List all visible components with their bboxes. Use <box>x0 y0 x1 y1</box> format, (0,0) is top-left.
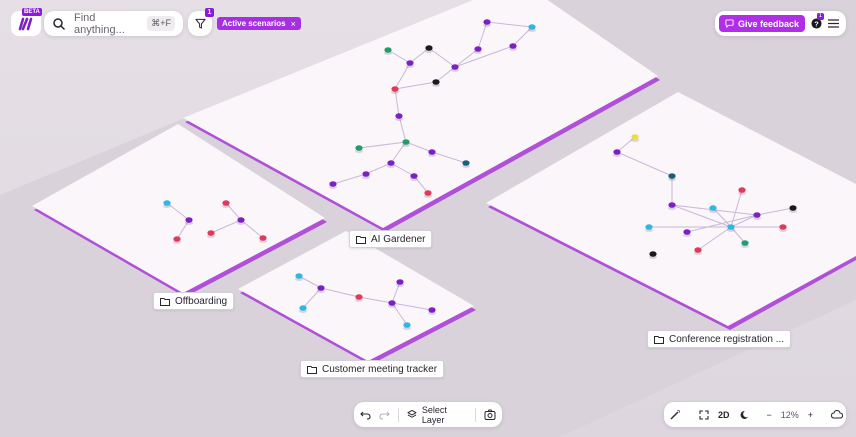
module-node[interactable] <box>388 300 396 308</box>
chat-bubble-icon <box>725 19 734 28</box>
divider <box>398 407 399 422</box>
module-node[interactable] <box>428 149 436 157</box>
module-node[interactable] <box>753 212 761 220</box>
module-node[interactable] <box>237 217 245 225</box>
module-node[interactable] <box>406 60 414 68</box>
zoom-level: 12% <box>780 409 799 420</box>
module-node[interactable] <box>391 86 399 94</box>
active-chip-label: Active scenarios <box>222 19 286 28</box>
module-node[interactable] <box>362 171 370 179</box>
module-node[interactable] <box>299 305 307 313</box>
module-node[interactable] <box>425 45 433 53</box>
magic-wand-icon[interactable] <box>670 409 681 420</box>
module-node[interactable] <box>727 224 735 232</box>
folder-icon <box>356 235 366 244</box>
screenshot-icon[interactable] <box>484 409 496 420</box>
module-node[interactable] <box>207 230 215 238</box>
module-node[interactable] <box>410 173 418 181</box>
module-node[interactable] <box>694 247 702 255</box>
module-node[interactable] <box>741 240 749 248</box>
module-node[interactable] <box>668 202 676 210</box>
module-node[interactable] <box>424 190 432 198</box>
module-node[interactable] <box>259 235 267 243</box>
zoom-in-button[interactable]: + <box>808 410 813 420</box>
top-right-toolbar: Give feedback ? <box>715 11 846 36</box>
module-node[interactable] <box>387 160 395 168</box>
scenario-label-conference[interactable]: Conference registration ... <box>647 330 792 348</box>
module-node[interactable] <box>528 24 536 32</box>
module-node[interactable] <box>185 217 193 225</box>
zoom-out-button[interactable]: − <box>767 410 772 420</box>
module-node[interactable] <box>683 229 691 237</box>
funnel-icon <box>194 18 206 29</box>
scenario-label-offboarding[interactable]: Offboarding <box>153 292 235 310</box>
module-node[interactable] <box>709 205 717 213</box>
module-node[interactable] <box>403 322 411 330</box>
bottom-toolbar: Select Layer <box>354 402 502 427</box>
scenario-name: Customer meeting tracker <box>322 363 438 375</box>
module-node[interactable] <box>483 19 491 27</box>
chip-close-icon[interactable]: × <box>291 19 296 29</box>
module-node[interactable] <box>631 134 639 142</box>
module-node[interactable] <box>645 224 653 232</box>
feedback-label: Give feedback <box>738 18 800 29</box>
divider <box>475 407 476 422</box>
view-mode-toggle[interactable]: 2D <box>718 410 730 420</box>
svg-text:?: ? <box>814 19 819 28</box>
module-node[interactable] <box>396 279 404 287</box>
select-layer-button[interactable]: Select Layer <box>407 405 467 425</box>
help-count-badge: 1 <box>817 13 824 20</box>
module-node[interactable] <box>789 205 797 213</box>
module-node[interactable] <box>428 307 436 315</box>
folder-icon <box>307 365 317 374</box>
module-node[interactable] <box>402 139 410 147</box>
module-node[interactable] <box>509 43 517 51</box>
module-node[interactable] <box>384 47 392 55</box>
module-node[interactable] <box>395 113 403 121</box>
view-controls: 2D − 12% + <box>664 402 846 427</box>
scenario-name: AI Gardener <box>371 233 426 245</box>
cloud-icon[interactable] <box>831 410 844 419</box>
module-node[interactable] <box>474 46 482 54</box>
scenario-label-customer-meeting[interactable]: Customer meeting tracker <box>300 360 445 378</box>
module-node[interactable] <box>222 200 230 208</box>
give-feedback-button[interactable]: Give feedback <box>719 15 806 32</box>
layers-icon <box>407 409 417 418</box>
module-node[interactable] <box>163 200 171 208</box>
folder-icon <box>654 335 664 344</box>
beta-badge: BETA <box>22 8 42 16</box>
dark-mode-icon[interactable] <box>739 410 749 420</box>
search-input[interactable]: Find anything... <box>74 12 147 36</box>
module-node[interactable] <box>329 181 337 189</box>
folder-icon <box>160 297 170 306</box>
module-node[interactable] <box>355 145 363 153</box>
module-node[interactable] <box>649 251 657 259</box>
search-bar[interactable]: Find anything... ⌘+F <box>44 11 183 36</box>
scenario-label-ai-gardener[interactable]: AI Gardener <box>349 230 433 248</box>
active-scenarios-chip[interactable]: Active scenarios × <box>217 17 301 30</box>
module-node[interactable] <box>173 236 181 244</box>
filter-count-badge: 1 <box>205 8 214 17</box>
module-node[interactable] <box>668 173 676 181</box>
redo-icon[interactable] <box>379 410 390 420</box>
module-node[interactable] <box>432 79 440 87</box>
module-node[interactable] <box>462 160 470 168</box>
search-icon <box>53 17 66 30</box>
module-node[interactable] <box>613 149 621 157</box>
scenario-name: Offboarding <box>175 295 228 307</box>
menu-icon[interactable] <box>828 19 840 28</box>
module-node[interactable] <box>295 273 303 281</box>
search-shortcut: ⌘+F <box>147 16 175 31</box>
select-layer-label: Select Layer <box>421 404 447 425</box>
fit-screen-icon[interactable] <box>699 409 709 420</box>
module-node[interactable] <box>779 224 787 232</box>
scenario-name: Conference registration ... <box>669 333 785 345</box>
module-node[interactable] <box>317 285 325 293</box>
undo-icon[interactable] <box>360 410 371 420</box>
module-node[interactable] <box>738 187 746 195</box>
module-node[interactable] <box>451 64 459 72</box>
module-node[interactable] <box>355 294 363 302</box>
